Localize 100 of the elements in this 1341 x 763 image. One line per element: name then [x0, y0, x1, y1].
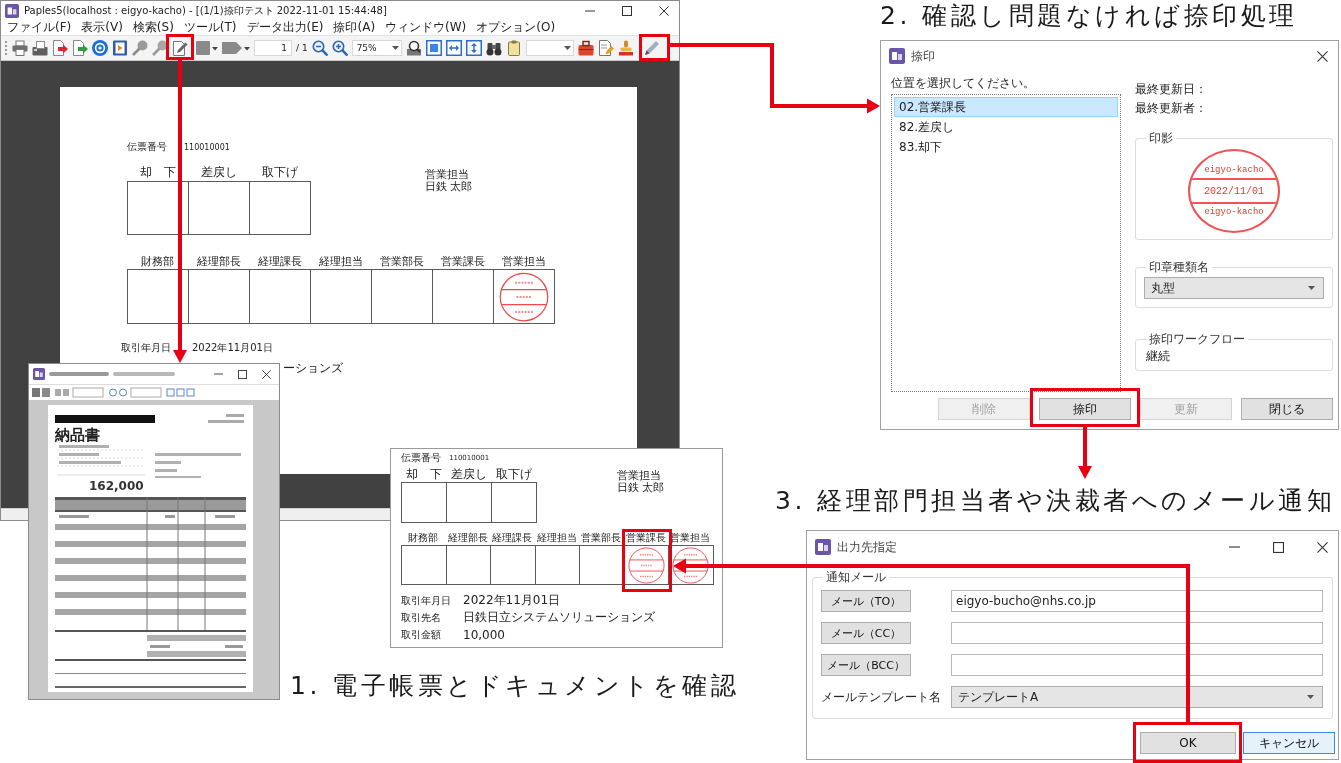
menu-item[interactable]: 表示(V) — [81, 20, 123, 35]
email-field[interactable] — [951, 654, 1323, 676]
clipboard-icon[interactable] — [505, 40, 522, 56]
maximize-icon[interactable] — [1273, 541, 1284, 553]
template-label: メールテンプレート名 — [821, 688, 942, 706]
caret-icon — [391, 46, 399, 50]
amount-value: 162,000 — [89, 479, 144, 493]
sales-rep-label: 営業担当 — [425, 169, 470, 181]
box-label: 経理担当 — [317, 256, 364, 268]
seal-date-text: 2022/11/01 — [1204, 185, 1264, 197]
highlight-frame — [639, 34, 670, 61]
document-edit-icon[interactable] — [597, 40, 614, 56]
box-label: 取下げ — [494, 468, 533, 481]
select-field[interactable] — [525, 40, 574, 56]
menu-item[interactable]: ウィンドウ(W) — [385, 20, 467, 35]
slip-number-label: 伝票番号 — [401, 451, 442, 465]
slip-number: 110010001 — [184, 142, 230, 152]
caret-icon — [563, 46, 571, 50]
dialog-button[interactable]: 捺印 — [1039, 398, 1131, 420]
app-logo-icon — [33, 368, 45, 380]
target-icon[interactable] — [92, 40, 108, 56]
box-label: 営業課長 — [624, 532, 667, 544]
box-label: 経理部長 — [446, 532, 489, 544]
caret-icon — [1307, 695, 1314, 699]
box-label: 財務部 — [407, 532, 440, 544]
zoom-select[interactable]: 75% — [351, 40, 402, 56]
seal-name-text: eigyo-kacho — [1204, 165, 1264, 175]
app-logo-icon — [5, 3, 19, 18]
stamp-icon[interactable] — [617, 40, 634, 56]
box-label: 却 下 — [404, 468, 443, 481]
email-field[interactable]: eigyo-bucho@nhs.co.jp — [951, 590, 1323, 612]
binoculars-icon[interactable] — [485, 40, 502, 56]
box-label: 営業部長 — [378, 256, 425, 268]
zoom-in-icon[interactable] — [331, 40, 348, 56]
menu-item[interactable]: ツール(T) — [183, 20, 237, 35]
menu-item[interactable]: ファイル(F) — [7, 20, 72, 35]
list-item[interactable]: 83.却下 — [894, 137, 1118, 157]
menu-item[interactable]: データ出力(E) — [246, 20, 324, 35]
shape-dropdown-icon[interactable] — [196, 40, 218, 56]
group-label: 捺印ワークフロー — [1148, 332, 1246, 346]
field-label: 取引年月日 — [401, 593, 452, 608]
sales-rep-label: 営業担当 — [617, 470, 662, 482]
dialog-button[interactable]: OK — [1140, 732, 1236, 754]
zoom-out-icon[interactable] — [311, 40, 328, 56]
flow-arrow — [1078, 427, 1092, 479]
fax-machine-icon[interactable] — [32, 40, 48, 56]
seal-stamp-icon — [499, 271, 549, 322]
magnifier-icon[interactable] — [152, 40, 168, 56]
arrow-shape-dropdown-icon[interactable] — [222, 40, 250, 56]
play-icon[interactable] — [112, 40, 128, 56]
template-select[interactable]: テンプレートA — [951, 686, 1323, 708]
search-icon[interactable] — [405, 40, 422, 56]
dialog-title: 出力先指定 — [837, 538, 897, 556]
mail-button[interactable]: メール（BCC） — [821, 654, 911, 676]
field-value: 2022年11月01日 — [463, 592, 561, 609]
highlight-frame — [166, 34, 194, 60]
app-logo-icon — [815, 539, 831, 555]
toolbox-icon[interactable] — [577, 40, 594, 56]
page-count-label: / 1 — [296, 43, 308, 53]
last-updater-label: 最終更新者： — [1135, 101, 1207, 115]
app-logo-icon — [889, 48, 905, 64]
mail-button[interactable]: メール（TO） — [821, 590, 911, 612]
close-icon[interactable] — [659, 5, 669, 16]
email-field[interactable] — [951, 622, 1323, 644]
group-label: 通知メール — [825, 570, 887, 584]
menu-item[interactable]: 捺印(A) — [333, 20, 376, 35]
seal-type-select[interactable]: 丸型 — [1144, 277, 1324, 299]
workflow-value: 継続 — [1145, 348, 1171, 365]
list-item[interactable]: 02.営業課長 — [894, 97, 1118, 117]
close-icon[interactable] — [262, 369, 271, 379]
printer-icon[interactable] — [12, 40, 28, 56]
fit-height-icon[interactable] — [465, 40, 482, 56]
box-label: 差戻し — [199, 166, 238, 179]
box-label: 経理課長 — [256, 256, 303, 268]
menu-item[interactable]: 検索(S) — [132, 20, 174, 35]
pen-icon[interactable] — [643, 40, 660, 56]
magnifier-icon[interactable] — [132, 40, 148, 56]
dialog-button[interactable]: 閉じる — [1241, 398, 1333, 420]
document-arrow-icon[interactable] — [52, 40, 68, 56]
list-prompt: 位置を選択してください。 — [891, 76, 1035, 91]
fit-width-icon[interactable] — [445, 40, 462, 56]
mail-button[interactable]: メール（CC） — [821, 622, 911, 644]
fit-page-icon[interactable] — [425, 40, 442, 56]
grip-icon[interactable] — [4, 40, 8, 56]
page-number-field[interactable]: 1 — [254, 40, 292, 56]
list-item[interactable]: 82.差戻し — [894, 117, 1118, 137]
field-value: 日鉄日立システムソリューションズ — [463, 609, 655, 626]
close-icon[interactable] — [1317, 541, 1328, 553]
minimize-icon[interactable] — [585, 9, 595, 12]
maximize-icon[interactable] — [622, 5, 632, 16]
field-label: 取引先名 — [401, 610, 442, 625]
signature-box — [188, 181, 250, 235]
field-label: 取引年月日 — [121, 341, 172, 355]
box-label: 営業担当 — [500, 256, 547, 268]
close-icon[interactable] — [1317, 50, 1328, 62]
menu-item[interactable]: オプション(O) — [476, 20, 556, 35]
document-arrow-icon[interactable] — [72, 40, 88, 56]
document-pen-icon[interactable] — [172, 40, 188, 56]
dialog-button[interactable]: キャンセル — [1243, 732, 1335, 754]
maximize-icon[interactable] — [238, 369, 247, 379]
